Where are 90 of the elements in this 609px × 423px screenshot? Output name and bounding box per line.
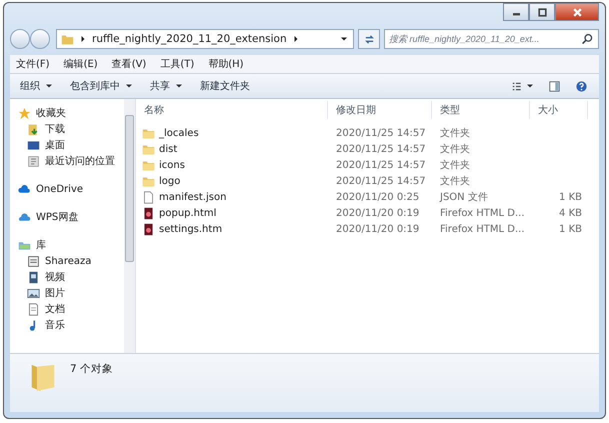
cloud-icon [18,210,31,224]
menu-item[interactable]: 查看(V) [112,57,146,71]
column-header[interactable]: 名称 [136,101,328,119]
type-cell-text: Firefox HTML D... [439,224,526,234]
date-cell-text: 2020/11/25 14:57 [335,144,427,154]
size-cell-text: 1 KB [558,192,583,202]
date-cell-text: 2020/11/20 0:19 [335,224,420,234]
help-icon [576,80,587,92]
dropdown-caret-icon [341,36,347,42]
type-cell-text: 文件夹 [439,126,471,140]
column-header[interactable]: 大小 [530,101,588,119]
document-icon [142,206,155,220]
folder-icon [61,32,74,46]
file-name-cell[interactable]: settings.htm [136,222,328,236]
menu-item[interactable]: 工具(T) [160,57,194,71]
sidebar-item[interactable]: 音乐 [10,317,124,333]
file-name-cell[interactable]: manifest.json [136,190,328,204]
refresh-button[interactable] [358,29,380,49]
sidebar-item[interactable]: WPS网盘 [10,209,124,225]
type-cell-text: 文件夹 [439,174,471,188]
file-icon [142,190,155,204]
file-name-cell[interactable]: dist [136,142,328,156]
minimize-icon [512,13,520,16]
refresh-arrows-icon [364,34,374,44]
maximize-icon [536,6,548,18]
caret-icon [527,83,533,89]
minimize-button[interactable] [503,3,529,21]
close-button[interactable] [555,3,599,21]
folder-icon [142,158,155,172]
video-icon [27,270,40,284]
recent-places-icon [27,154,40,168]
file-name-cell[interactable]: popup.html [136,206,328,220]
type-cell-text: JSON 文件 [438,190,489,204]
toolbar-button[interactable]: 共享 [146,77,192,95]
date-cell-text: 2020/11/20 0:19 [335,208,420,218]
application-icon [27,254,40,268]
close-icon [572,6,582,18]
sidebar-item[interactable]: 收藏夹 [10,105,124,121]
star-icon [18,106,31,120]
toolbar-button[interactable]: 新建文件夹 [196,77,260,95]
column-header[interactable]: 类型 [432,101,530,119]
maximize-button[interactable] [529,3,555,21]
type-cell-text: Firefox HTML D... [439,208,526,218]
picture-icon [27,286,40,300]
sidebar-item[interactable]: 图片 [10,285,124,301]
item-count: 7 个对象 [70,362,114,376]
column-header[interactable]: 修改日期 [328,101,432,119]
size-cell-text: 1 KB [558,224,583,234]
caret-icon [126,83,132,89]
folder-icon [142,174,155,188]
cloud-icon [18,182,31,196]
size-cell-text: 4 KB [558,208,583,218]
list-view-icon [512,80,523,92]
toolbar-button[interactable]: 组织 [16,77,62,95]
caret-icon [46,83,52,89]
scrollbar[interactable] [124,99,135,353]
date-cell-text: 2020/11/25 14:57 [335,160,427,170]
date-cell-text: 2020/11/25 14:57 [335,128,427,138]
toolbar-button[interactable]: 包含到库中 [66,77,142,95]
desktop-icon [27,138,40,152]
preview-pane-icon [549,80,560,92]
search-icon [581,32,594,46]
document-icon [142,222,155,236]
file-name-cell[interactable]: _locales [136,126,328,140]
menu-item[interactable]: 帮助(H) [208,57,244,71]
address-bar[interactable]: ruffle_nightly_2020_11_20_extension [56,29,354,49]
type-cell-text: 文件夹 [439,158,471,172]
menu-item[interactable]: 编辑(E) [64,57,98,71]
search-field[interactable]: 搜索 ruffle_nightly_2020_11_20_ext... [384,29,599,49]
sidebar-item[interactable]: 最近访问的位置 [10,153,124,169]
date-cell-text: 2020/11/25 14:57 [335,176,427,186]
file-name-cell[interactable]: logo [136,174,328,188]
download-folder-icon [27,122,40,136]
sidebar-item[interactable]: 视频 [10,269,124,285]
date-cell-text: 2020/11/20 0:25 [335,192,420,202]
sidebar-item[interactable]: 库 [10,237,124,253]
file-name-cell[interactable]: icons [136,158,328,172]
caret-icon [176,83,182,89]
sidebar-item[interactable]: OneDrive [10,181,124,197]
sidebar-item[interactable]: 文档 [10,301,124,317]
sidebar-item[interactable]: 下载 [10,121,124,137]
chevron-icon [292,36,299,42]
sidebar-item[interactable]: Shareaza [10,253,124,269]
folder-icon [142,142,155,156]
menu-item[interactable]: 文件(F) [16,57,50,71]
folder-icon [142,126,155,140]
sidebar-item[interactable]: 桌面 [10,137,124,153]
chevron-icon [80,36,86,42]
document-icon [27,302,40,316]
type-cell-text: 文件夹 [439,142,471,156]
